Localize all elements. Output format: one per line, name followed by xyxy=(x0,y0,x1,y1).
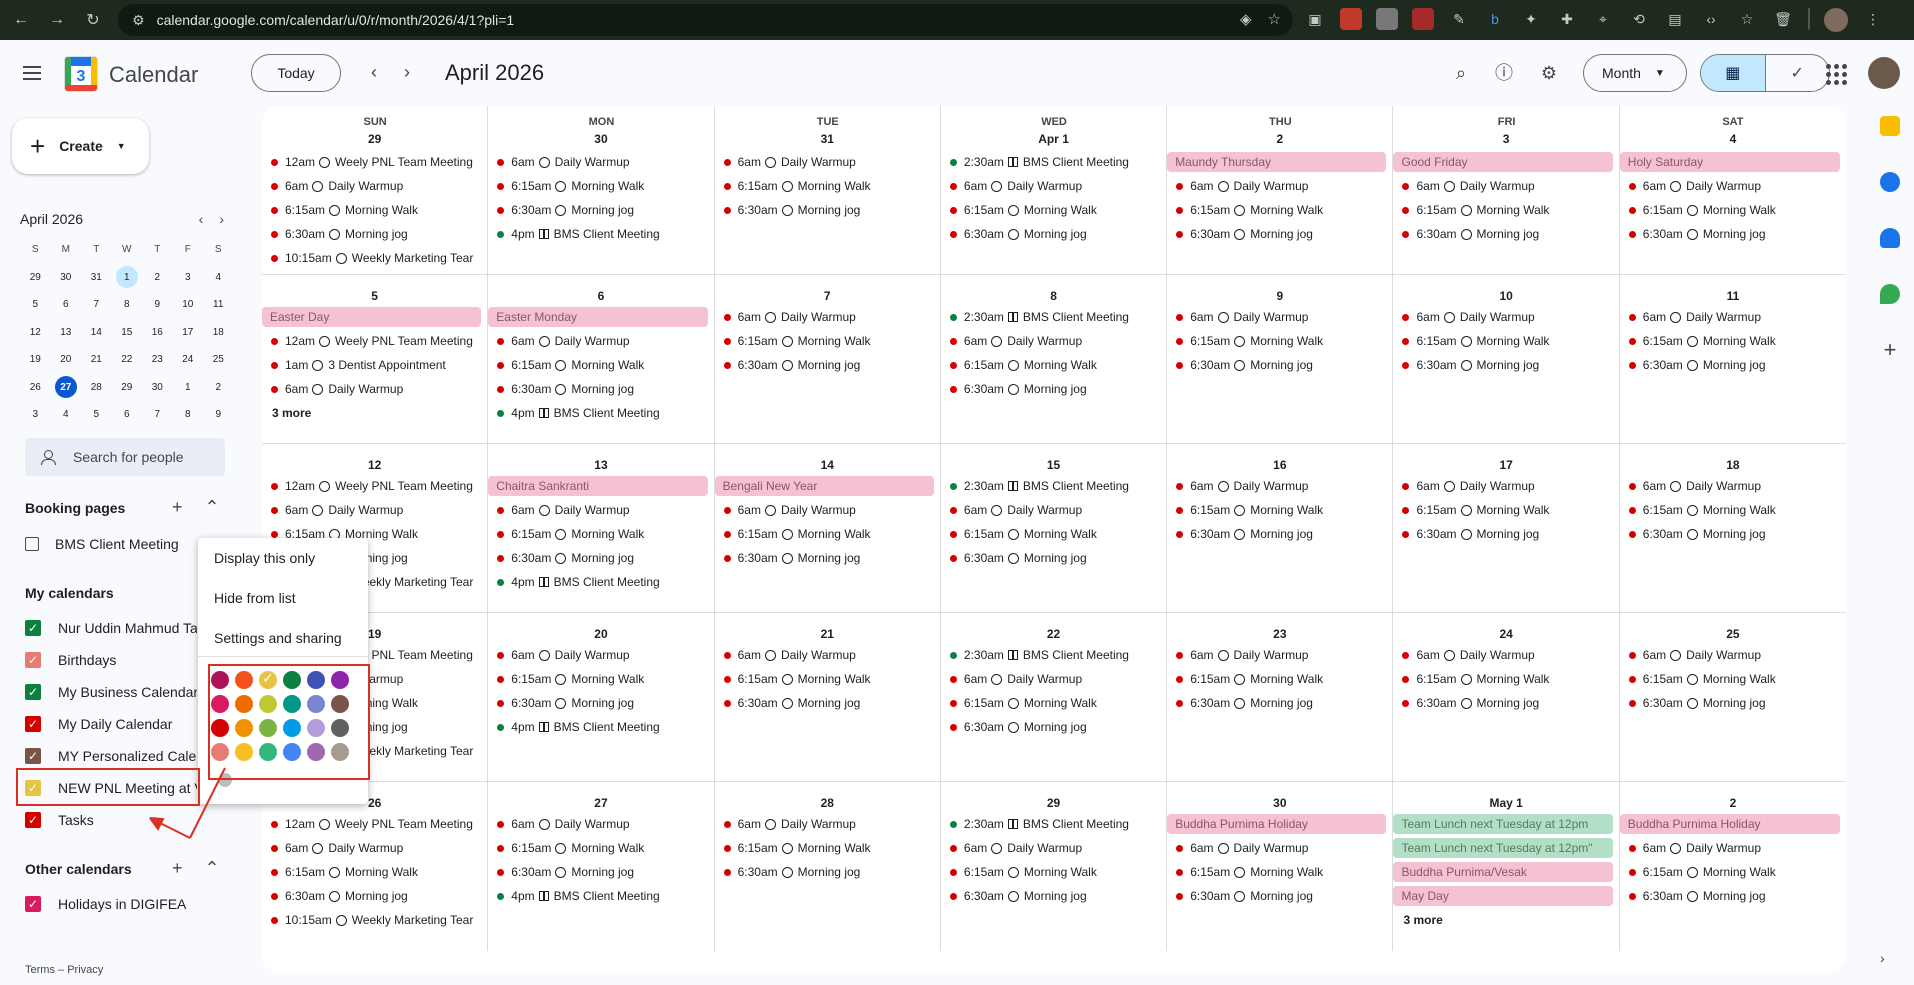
annotation-arrow xyxy=(149,767,226,839)
